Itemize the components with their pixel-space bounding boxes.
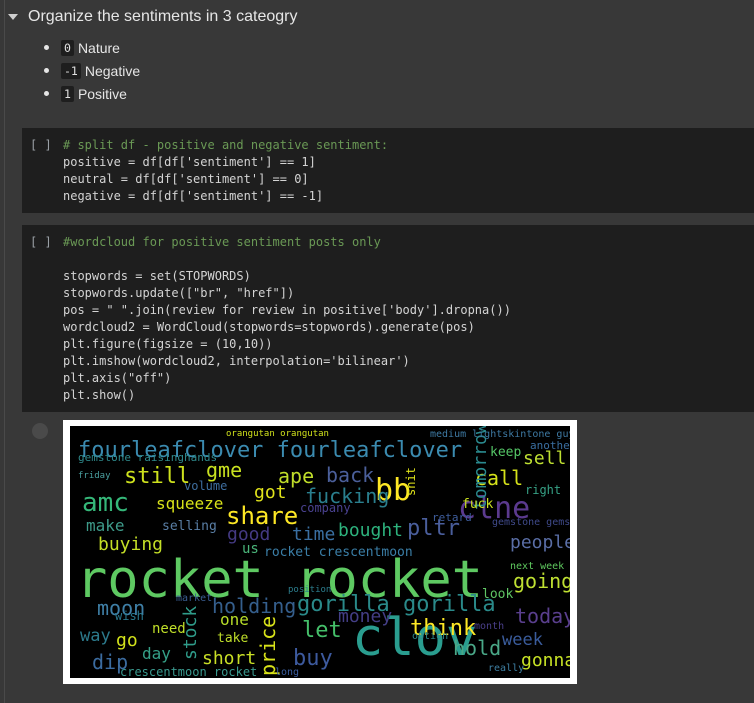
code-line: negative = df[df['sentiment'] == -1] [63,189,324,203]
wordcloud-word: gorilla gorilla [297,592,496,617]
inline-code: 0 [61,39,74,56]
code-line: stopwords = set(STOPWORDS) [63,269,251,283]
wordcloud-word: take [217,631,249,646]
bullet-icon [44,45,49,50]
wordcloud-word: position [288,585,332,595]
wordcloud-word: option [412,631,449,642]
wordcloud-word: time [292,524,336,545]
wordcloud-word: look [482,587,514,602]
wordcloud-word: right [525,483,562,497]
wordcloud-word: today [515,604,570,628]
wordcloud-word: squeeze [156,494,224,513]
list-item: 1 Positive [44,82,140,105]
wordcloud-word: market [176,593,213,604]
wordcloud-output: fourleafclover fourleafclover rocket rock… [63,420,577,684]
code-line: # split df - positive and negative senti… [63,138,389,152]
wordcloud-word: buying [98,534,164,555]
wordcloud-word: shit [404,467,418,496]
code-cell-2[interactable]: [ ] #wordcloud for positive sentiment po… [22,225,754,412]
wordcloud-word: going [513,569,570,593]
collapse-caret-icon[interactable] [8,14,18,20]
wordcloud-word: go [116,630,138,651]
wordcloud-word: day [142,644,171,663]
wordcloud-word: gemstone gemstone [492,517,570,528]
wordcloud-word: month [474,621,505,632]
code-editor[interactable]: # split df - positive and negative senti… [63,137,388,205]
code-line: plt.axis("off") [63,371,172,385]
section-heading[interactable]: Organize the sentiments in 3 cateogry [8,6,297,28]
wordcloud-word: still [124,464,191,489]
wordcloud-word: friday [78,471,111,481]
code-cell-1[interactable]: [ ] # split df - positive and negative s… [22,128,754,213]
wordcloud-word: got [254,482,287,503]
code-line: plt.show() [63,388,136,402]
wordcloud-word: gemstone raisinghands [78,451,218,464]
list-item-label: Nature [77,39,120,56]
code-line: neutral = df[df['sentiment'] == 0] [63,172,309,186]
wordcloud-word: way [80,626,111,646]
bullet-icon [44,91,49,96]
wordcloud-word: let [302,618,342,643]
list-item-label: Negative [84,62,141,79]
sentiment-list: 0 Nature -1 Negative 1 Positive [44,36,140,105]
wordcloud-word: stock [180,605,201,660]
inline-code: -1 [61,62,81,79]
wordcloud-word: back [326,463,375,487]
wordcloud-word: wish [115,609,144,623]
list-item: -1 Negative [44,59,140,82]
wordcloud-word: bought [338,520,404,541]
code-line: plt.imshow(wordcloud2, interpolation='bi… [63,354,410,368]
wordcloud-word: one [220,610,249,629]
code-line: positive = df[df['sentiment'] == 1] [63,155,316,169]
run-cell-button[interactable]: [ ] [30,138,52,152]
run-cell-button[interactable]: [ ] [30,235,52,249]
wordcloud-word: amc [82,488,129,518]
code-line: wordcloud2 = WordCloud(stopwords=stopwor… [63,320,475,334]
wordcloud-word: hold [453,636,502,660]
wordcloud-word: gonna [521,650,570,671]
output-menu-icon[interactable] [32,423,48,439]
wordcloud-word: orangutan orangutan [226,429,329,439]
wordcloud-word: company [300,501,351,515]
wordcloud-word: medium lightskintone guy [430,429,570,440]
inline-code: 1 [61,85,74,102]
wordcloud-word: retard [432,511,472,524]
wordcloud-word: money [338,606,393,627]
code-line: plt.figure(figsize = (10,10)) [63,337,273,351]
wordcloud-image: fourleafclover fourleafclover rocket rock… [70,426,570,678]
wordcloud-word: long [275,667,300,678]
wordcloud-word: keep [490,445,522,460]
wordcloud-word: rocket crescentmoon [264,545,413,560]
wordcloud-word: crescentmoon rocket [120,665,258,678]
list-item-label: Positive [77,85,127,102]
cell-gutter-line [4,0,5,703]
code-line: #wordcloud for positive sentiment posts … [63,235,381,249]
list-item: 0 Nature [44,36,140,59]
wordcloud-word: volume [184,479,228,493]
section-title: Organize the sentiments in 3 cateogry [28,8,298,25]
wordcloud-word: people [510,532,570,553]
wordcloud-word: selling [162,519,217,534]
wordcloud-word: really [488,663,525,674]
wordcloud-word: make [86,516,125,535]
wordcloud-word: fuck [462,497,494,512]
wordcloud-word: us [242,541,259,557]
wordcloud-word: next week [510,561,565,572]
code-editor[interactable]: #wordcloud for positive sentiment posts … [63,234,511,404]
wordcloud-word: week [502,630,543,650]
bullet-icon [44,68,49,73]
wordcloud-word: another [530,439,570,452]
code-line: stopwords.update(["br", "href"]) [63,286,295,300]
wordcloud-word: sell [523,448,567,469]
code-line: pos = " ".join(review for review in posi… [63,303,511,317]
